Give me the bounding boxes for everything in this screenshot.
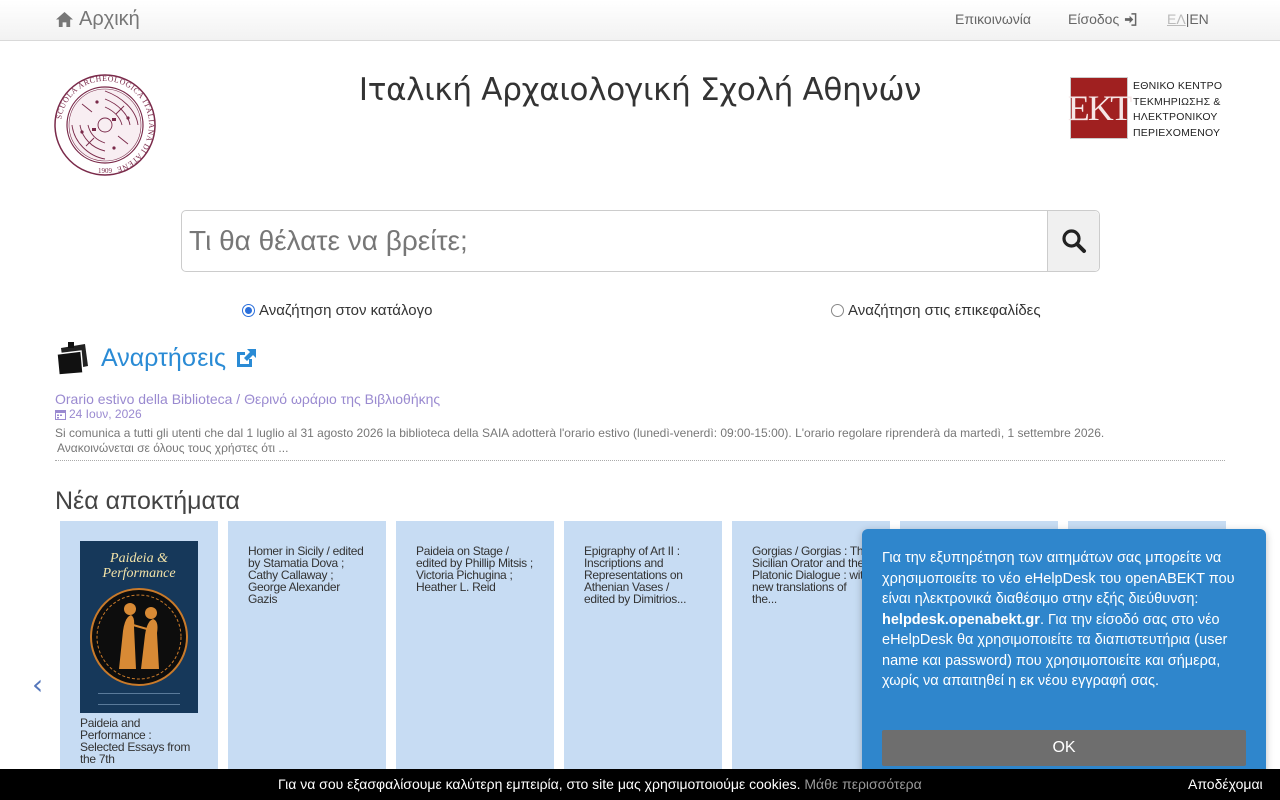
site-title: Ιταλική Αρχαιολογική Σχολή Αθηνών	[358, 72, 922, 108]
sign-in-icon	[1125, 12, 1137, 26]
contact-link[interactable]: Επικοινωνία	[955, 11, 1031, 27]
lang-el-link[interactable]: ΕΛ	[1167, 11, 1186, 27]
ekt-name: ΕΘΝΙΚΟ ΚΕΝΤΡΟ ΤΕΚΜΗΡΙΩΣΗΣ & ΗΛΕΚΤΡΟΝΙΚΟΥ…	[1133, 79, 1222, 141]
book-card[interactable]: Paideia on Stage / edited by Phillip Mit…	[396, 521, 554, 781]
search-catalog-label: Αναζήτηση στον κατάλογο	[259, 302, 433, 319]
search-headings-option[interactable]: Αναζήτηση στις επικεφαλίδες	[831, 302, 1041, 319]
home-link[interactable]: Αρχική	[55, 8, 140, 31]
ekt-logo-text: ΕΚΤ	[1067, 88, 1132, 128]
saia-logo[interactable]: SCUOLA ARCHEOLOGICA ITALIANA DI ATENE 19…	[52, 72, 158, 178]
language-switcher: ΕΛ|EN	[1167, 11, 1209, 27]
book-cover-subtitle-lines	[98, 693, 180, 705]
book-title: Paideia and Performance : Selected Essay…	[80, 716, 191, 766]
announcements-header: Αναρτήσεις	[55, 340, 258, 376]
helpdesk-popup: Για την εξυπηρέτηση των αιτημάτων σας μπ…	[862, 529, 1266, 789]
calendar-icon	[55, 409, 66, 420]
book-card[interactable]: Homer in Sicily / edited by Stamatia Dov…	[228, 521, 386, 781]
login-label: Είσοδος	[1068, 11, 1120, 27]
book-cover-art	[90, 588, 188, 686]
search-headings-label: Αναζήτηση στις επικεφαλίδες	[848, 302, 1041, 319]
ekt-line: ΠΕΡΙΕΧΟΜΕΝΟΥ	[1133, 126, 1221, 139]
book-title: Epigraphy of Art II : Inscriptions and R…	[584, 544, 687, 606]
announcement-date-text: 24 Ιουν, 2026	[69, 407, 142, 421]
book-card[interactable]: Paideia & Performance Paideia and Perfor…	[60, 521, 218, 781]
ekt-line: ΤΕΚΜΗΡΙΩΣΗΣ &	[1133, 95, 1221, 108]
announcements-icon	[56, 342, 88, 376]
home-label: Αρχική	[79, 8, 140, 30]
external-link-icon[interactable]	[234, 347, 258, 369]
book-title: Gorgias / Gorgias : The Sicilian Orator …	[752, 544, 870, 606]
search-button[interactable]	[1047, 211, 1099, 271]
helpdesk-link[interactable]: helpdesk.openabekt.gr	[882, 612, 1040, 628]
book-card[interactable]: Epigraphy of Art II : Inscriptions and R…	[564, 521, 722, 781]
book-title: Homer in Sicily / edited by Stamatia Dov…	[248, 544, 364, 606]
lang-en-link[interactable]: EN	[1189, 11, 1208, 27]
helpdesk-popup-text: Για την εξυπηρέτηση των αιτημάτων σας μπ…	[882, 548, 1248, 692]
cookie-bar: Για να σου εξασφαλίσουμε καλύτερη εμπειρ…	[0, 769, 1280, 800]
search-catalog-option[interactable]: Αναζήτηση στον κατάλογο	[242, 302, 432, 319]
book-title: Paideia on Stage / edited by Phillip Mit…	[416, 544, 533, 594]
announcements-title[interactable]: Αναρτήσεις	[101, 344, 226, 373]
cookie-learn-more-link[interactable]: Μάθε περισσότερα	[804, 776, 921, 792]
ekt-line: ΗΛΕΚΤΡΟΝΙΚΟΥ	[1133, 111, 1218, 123]
ekt-line: ΕΘΝΙΚΟ ΚΕΝΤΡΟ	[1133, 80, 1223, 92]
top-navbar: Αρχική Επικοινωνία Είσοδος ΕΛ|EN	[0, 0, 1280, 41]
book-cover-title: Paideia & Performance	[102, 551, 176, 581]
book-cover: Paideia & Performance	[80, 541, 198, 713]
cookie-accept-button[interactable]: Αποδέχομαι	[1188, 776, 1263, 792]
announcement-body-line: Si comunica a tutti gli utenti che dal 1…	[55, 426, 1105, 440]
announcement-date: 24 Ιουν, 2026	[55, 407, 142, 421]
acquisitions-title: Νέα αποκτήματα	[55, 487, 240, 515]
announcement-body-line: Ανακοινώνεται σε όλους τους χρήστες ότι …	[57, 441, 289, 455]
announcement-body: Si comunica a tutti gli utenti che dal 1…	[55, 426, 1225, 456]
search-headings-radio[interactable]	[831, 304, 844, 317]
search-icon	[1061, 229, 1086, 253]
carousel-prev-button[interactable]: ‹	[32, 668, 43, 701]
home-icon	[56, 11, 73, 28]
popup-ok-button[interactable]: OK	[882, 730, 1246, 766]
announcement-link[interactable]: Orario estivo della Biblioteca / Θερινό …	[55, 391, 440, 407]
search-box	[181, 210, 1100, 272]
popup-text-part: Για την εξυπηρέτηση των αιτημάτων σας μπ…	[882, 550, 1235, 607]
search-input[interactable]	[183, 212, 1049, 270]
divider	[55, 460, 1225, 461]
saia-logo-year: 1909	[98, 167, 113, 175]
cookie-message-text: Για να σου εξασφαλίσουμε καλύτερη εμπειρ…	[278, 776, 801, 792]
login-link[interactable]: Είσοδος	[1068, 11, 1137, 27]
cookie-message: Για να σου εξασφαλίσουμε καλύτερη εμπειρ…	[278, 776, 922, 792]
search-catalog-radio[interactable]	[242, 304, 255, 317]
ekt-logo[interactable]: ΕΚΤ	[1067, 77, 1132, 139]
